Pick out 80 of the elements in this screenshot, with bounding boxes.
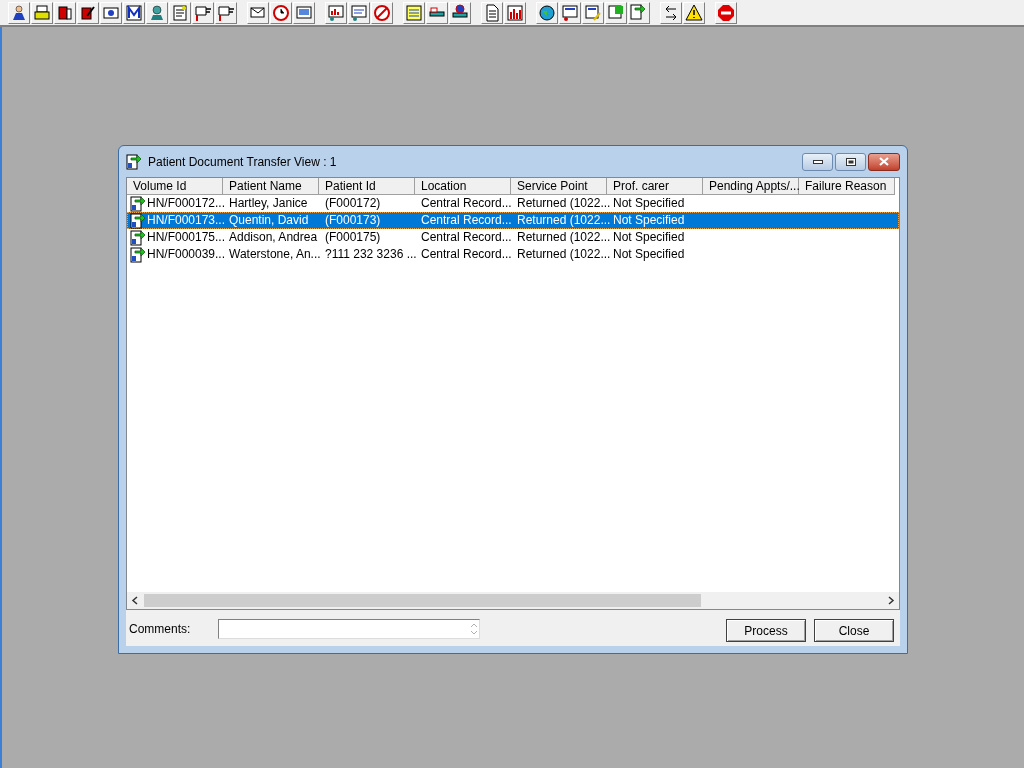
toolbar-button[interactable] <box>426 1 448 24</box>
table-cell-text: Central Record... <box>420 213 511 228</box>
person-icon <box>10 3 28 22</box>
toolbar-button[interactable] <box>77 1 99 24</box>
toolbar-button[interactable] <box>559 1 581 24</box>
toolbar-button[interactable] <box>54 1 76 24</box>
printer-icon <box>33 3 51 22</box>
column-header[interactable]: Failure Reason <box>799 178 895 195</box>
transfer-icon <box>126 153 142 170</box>
comments-label: Comments: <box>129 621 192 638</box>
no-entry-icon <box>373 3 391 22</box>
table-row[interactable]: HN/F000175... Addison, Andrea (F000175) Central Record... Returned (1022... Not Specified <box>127 229 899 246</box>
table-cell-text: Quentin, David <box>228 213 310 228</box>
transfer-icon <box>130 229 146 246</box>
bar-chart-icon <box>506 3 524 22</box>
table-cell-text: Hartley, Janice <box>228 196 309 211</box>
exit-sign-icon <box>717 3 735 22</box>
minimize-icon <box>812 159 823 164</box>
window-title: Patient Document Transfer View : 1 <box>148 153 337 171</box>
table-cell-text: (F000173) <box>324 213 382 228</box>
toolbar-button[interactable] <box>683 1 705 24</box>
table-cell-text: ?111 232 3236 ... <box>324 247 415 262</box>
note-icon <box>171 3 189 22</box>
screen-icon <box>295 3 313 22</box>
toolbar-button[interactable] <box>31 1 53 24</box>
comments-field[interactable] <box>218 619 480 639</box>
toolbar-button[interactable] <box>247 1 269 24</box>
book-icon <box>56 3 74 22</box>
close-window-button[interactable] <box>868 152 900 171</box>
toolbar-button[interactable] <box>8 1 30 24</box>
dialog-button[interactable]: Process <box>726 619 806 642</box>
table-row[interactable]: HN/F000039... Waterstone, An... ?111 232 3236 ... Central Record... Returned (1022... Not Specified <box>127 246 899 263</box>
minimize-button[interactable] <box>802 152 833 171</box>
table-cell: HN/F000175... <box>147 230 226 245</box>
dialog-button[interactable]: Close <box>814 619 894 642</box>
transfer-icon <box>130 212 146 229</box>
form-grid-icon <box>607 3 625 22</box>
table-cell-text: Waterstone, An... <box>228 247 319 262</box>
column-header[interactable]: Location <box>415 178 511 195</box>
toolbar-button[interactable] <box>123 1 145 24</box>
globe-icon <box>538 3 556 22</box>
table-cell-text: Central Record... <box>420 230 511 245</box>
transfer-icon <box>130 246 146 263</box>
column-header[interactable]: Volume Id <box>127 178 223 195</box>
doctor-icon <box>148 3 166 22</box>
toolbar-button[interactable] <box>536 1 558 24</box>
column-header[interactable]: Pending Appts/... <box>703 178 799 195</box>
notepad-icon <box>405 3 423 22</box>
table-cell-text: Addison, Andrea <box>228 230 319 245</box>
toolbar-button[interactable] <box>100 1 122 24</box>
document-icon <box>483 3 501 22</box>
toolbar-button[interactable] <box>449 1 471 24</box>
table-cell: HN/F000039... <box>147 247 226 262</box>
table-cell: HN/F000172... <box>147 196 226 211</box>
column-header[interactable]: Prof. carer <box>607 178 703 195</box>
form-pen-icon <box>584 3 602 22</box>
letter-m-icon <box>125 3 143 22</box>
form-icon <box>561 3 579 22</box>
transfer-icon <box>630 3 648 22</box>
transfer-icon <box>130 195 146 212</box>
chart-screen-icon <box>327 3 345 22</box>
table-cell-text: Central Record... <box>420 247 511 262</box>
close-icon <box>879 157 889 166</box>
maximize-button[interactable] <box>835 152 866 171</box>
clock-icon <box>272 3 290 22</box>
column-header[interactable]: Patient Name <box>223 178 319 195</box>
table-cell: HN/F000173... <box>147 213 226 228</box>
scrollbar-thumb[interactable] <box>144 594 701 607</box>
column-header[interactable]: Patient Id <box>319 178 415 195</box>
table-cell-text: (F000175) <box>324 230 382 245</box>
table-cell-text: (F000172) <box>324 196 382 211</box>
table-cell-text: Central Record... <box>420 196 511 211</box>
table-row[interactable]: HN/F000173... Quentin, David (F000173) Central Record... Returned (1022... Not Specified <box>127 212 899 229</box>
restore-icon <box>845 157 856 166</box>
form-icon <box>350 3 368 22</box>
toolbar-button[interactable] <box>582 1 604 24</box>
toolbar-button[interactable] <box>660 1 682 24</box>
warning-icon <box>685 3 703 22</box>
column-header[interactable]: Service Point <box>511 178 607 195</box>
table-row[interactable]: HN/F000172... Hartley, Janice (F000172) Central Record... Returned (1022... Not Specified <box>127 195 899 212</box>
